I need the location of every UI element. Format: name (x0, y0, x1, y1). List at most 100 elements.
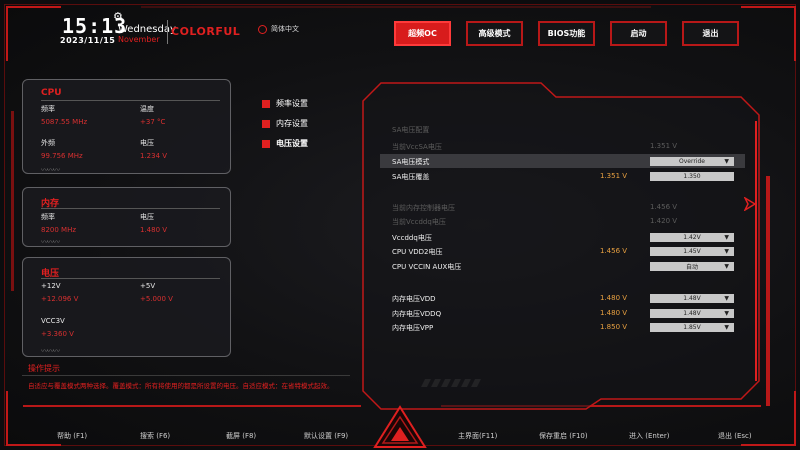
tab-advanced[interactable]: 高级模式 (466, 21, 523, 46)
menu-memory-settings[interactable]: 内存设置 (262, 118, 308, 129)
footer-default-settings[interactable]: 默认设置 (F9) (304, 431, 348, 441)
v12-label: +12V (41, 282, 61, 290)
menu-label: 内存设置 (276, 119, 308, 128)
current-mc-value: 1.456 V (650, 203, 678, 211)
footer-help[interactable]: 帮助 (F1) (57, 431, 87, 441)
cpu-title: CPU (41, 88, 62, 98)
cpu-info-panel: CPU 频率 5087.55 MHz 温度 +37 °C 外频 99.756 M… (22, 79, 231, 174)
square-bullet-icon (262, 99, 270, 108)
current-sa-label: 当前VccSA电压 (392, 143, 442, 151)
footer-enter[interactable]: 进入 (Enter) (629, 431, 669, 441)
sa-override-label: SA电压覆盖 (392, 173, 430, 181)
wave-decoration: 〰〰〰 (41, 347, 60, 355)
vcc3-value: +3.360 V (41, 330, 74, 338)
tab-bios-features[interactable]: BIOS功能 (538, 21, 595, 46)
vdd2-label: CPU VDD2电压 (392, 248, 443, 256)
mem-vddq-select[interactable]: 1.48V ▼ (650, 309, 734, 318)
vccddq-value: 1.42V (683, 234, 701, 241)
footer-save-restart[interactable]: 保存重启 (F10) (539, 431, 588, 441)
mem-vpp-select[interactable]: 1.85V ▼ (650, 323, 734, 332)
footer-search[interactable]: 搜索 (F6) (140, 431, 170, 441)
mem-vddq-label: 内存电压VDDQ (392, 310, 442, 318)
colorful-triangle-logo (373, 405, 427, 448)
mem-vdd-label: 内存电压VDD (392, 295, 436, 303)
v5-label: +5V (140, 282, 156, 290)
mem-vdd-value: 1.48V (683, 295, 701, 302)
cpu-bclk-value: 99.756 MHz (41, 152, 83, 160)
voltage-info-panel: 电压 +12V +12.096 V +5V +5.000 V VCC3V +3.… (22, 257, 231, 357)
tab-boot[interactable]: 启动 (610, 21, 667, 46)
clock-date: 2023/11/15 (60, 36, 116, 45)
header-divider (167, 20, 168, 44)
tips-text: 自适应与覆盖模式两种选择。覆盖模式：所有将使用的都是所设置的电压。自适应模式：在… (28, 382, 334, 390)
vccin-aux-select[interactable]: 自动 ▼ (650, 262, 734, 271)
current-mc-label: 当前内存控制器电压 (392, 204, 455, 212)
vdd2-select[interactable]: 1.45V ▼ (650, 247, 734, 256)
dropdown-arrow-icon: ▼ (724, 263, 729, 270)
dropdown-arrow-icon: ▼ (724, 234, 729, 241)
globe-icon (258, 24, 267, 34)
memory-volt-label: 电压 (140, 213, 154, 221)
footer-main-screen[interactable]: 主界面(F11) (458, 431, 497, 441)
cpu-bclk-label: 外频 (41, 139, 55, 147)
cpu-volt-label: 电压 (140, 139, 154, 147)
mem-vddq-current: 1.480 V (600, 309, 628, 317)
voltage-title-underline (41, 278, 220, 279)
sa-override-value: 1.350 (683, 173, 701, 180)
current-sa-value: 1.351 V (650, 142, 678, 150)
month-name: November (118, 35, 160, 44)
memory-title-underline (41, 208, 220, 209)
cpu-freq-value: 5087.55 MHz (41, 118, 88, 126)
menu-voltage-settings[interactable]: 电压设置 (262, 138, 308, 149)
vdd2-current: 1.456 V (600, 247, 628, 255)
footer-exit[interactable]: 退出 (Esc) (718, 431, 752, 441)
wave-decoration: 〰〰〰 (41, 238, 60, 246)
dropdown-arrow-icon: ▼ (724, 295, 729, 302)
menu-frequency-settings[interactable]: 频率设置 (262, 98, 308, 109)
cpu-volt-value: 1.234 V (140, 152, 168, 160)
vcc3-label: VCC3V (41, 317, 65, 325)
dropdown-arrow-icon: ▼ (724, 158, 729, 165)
mem-vdd-select[interactable]: 1.48V ▼ (650, 294, 734, 303)
sa-override-input[interactable]: 1.350 (650, 172, 734, 181)
sa-section-title: SA电压配置 (392, 126, 430, 134)
sa-mode-select[interactable]: Override ▼ (650, 157, 734, 166)
menu-label: 电压设置 (276, 139, 308, 148)
vdd2-value: 1.45V (683, 248, 701, 255)
language-selector[interactable]: 简体中文 (258, 24, 299, 34)
current-vccddq-value: 1.420 V (650, 217, 678, 225)
square-bullet-icon (262, 119, 270, 128)
cpu-temp-label: 温度 (140, 105, 154, 113)
mem-vpp-label: 内存电压VPP (392, 324, 434, 332)
mem-vpp-current: 1.850 V (600, 323, 628, 331)
dropdown-arrow-icon: ▼ (724, 324, 729, 331)
vccin-aux-label: CPU VCCIN AUX电压 (392, 263, 462, 271)
tab-exit[interactable]: 退出 (682, 21, 739, 46)
dropdown-arrow-icon: ▼ (724, 248, 729, 255)
vccddq-select[interactable]: 1.42V ▼ (650, 233, 734, 242)
tips-divider (22, 375, 350, 376)
vccddq-label: Vccddq电压 (392, 234, 432, 242)
mem-vddq-value: 1.48V (683, 310, 701, 317)
memory-freq-value: 8200 MHz (41, 226, 77, 234)
sa-mode-label: SA电压模式 (392, 158, 430, 166)
wave-decoration: 〰〰〰 (41, 166, 60, 174)
mem-vpp-value: 1.85V (683, 324, 701, 331)
sa-override-current: 1.351 V (600, 172, 628, 180)
memory-info-panel: 内存 频率 8200 MHz 电压 1.480 V 〰〰〰 (22, 187, 231, 247)
v12-value: +12.096 V (41, 295, 79, 303)
tab-overclock[interactable]: 超频OC (394, 21, 451, 46)
settings-gear-icon[interactable]: ⚙ (113, 10, 123, 23)
tips-title: 操作提示 (28, 364, 60, 373)
v5-value: +5.000 V (140, 295, 173, 303)
dropdown-arrow-icon: ▼ (724, 310, 729, 317)
memory-freq-label: 频率 (41, 213, 55, 221)
memory-volt-value: 1.480 V (140, 226, 168, 234)
cpu-title-underline (41, 100, 220, 101)
square-bullet-icon (262, 139, 270, 148)
footer-screenshot[interactable]: 截屏 (F8) (226, 431, 256, 441)
cpu-freq-label: 频率 (41, 105, 55, 113)
brand-logo: COLORFUL (171, 25, 241, 38)
mem-vdd-current: 1.480 V (600, 294, 628, 302)
current-vccddq-label: 当前Vccddq电压 (392, 218, 446, 226)
